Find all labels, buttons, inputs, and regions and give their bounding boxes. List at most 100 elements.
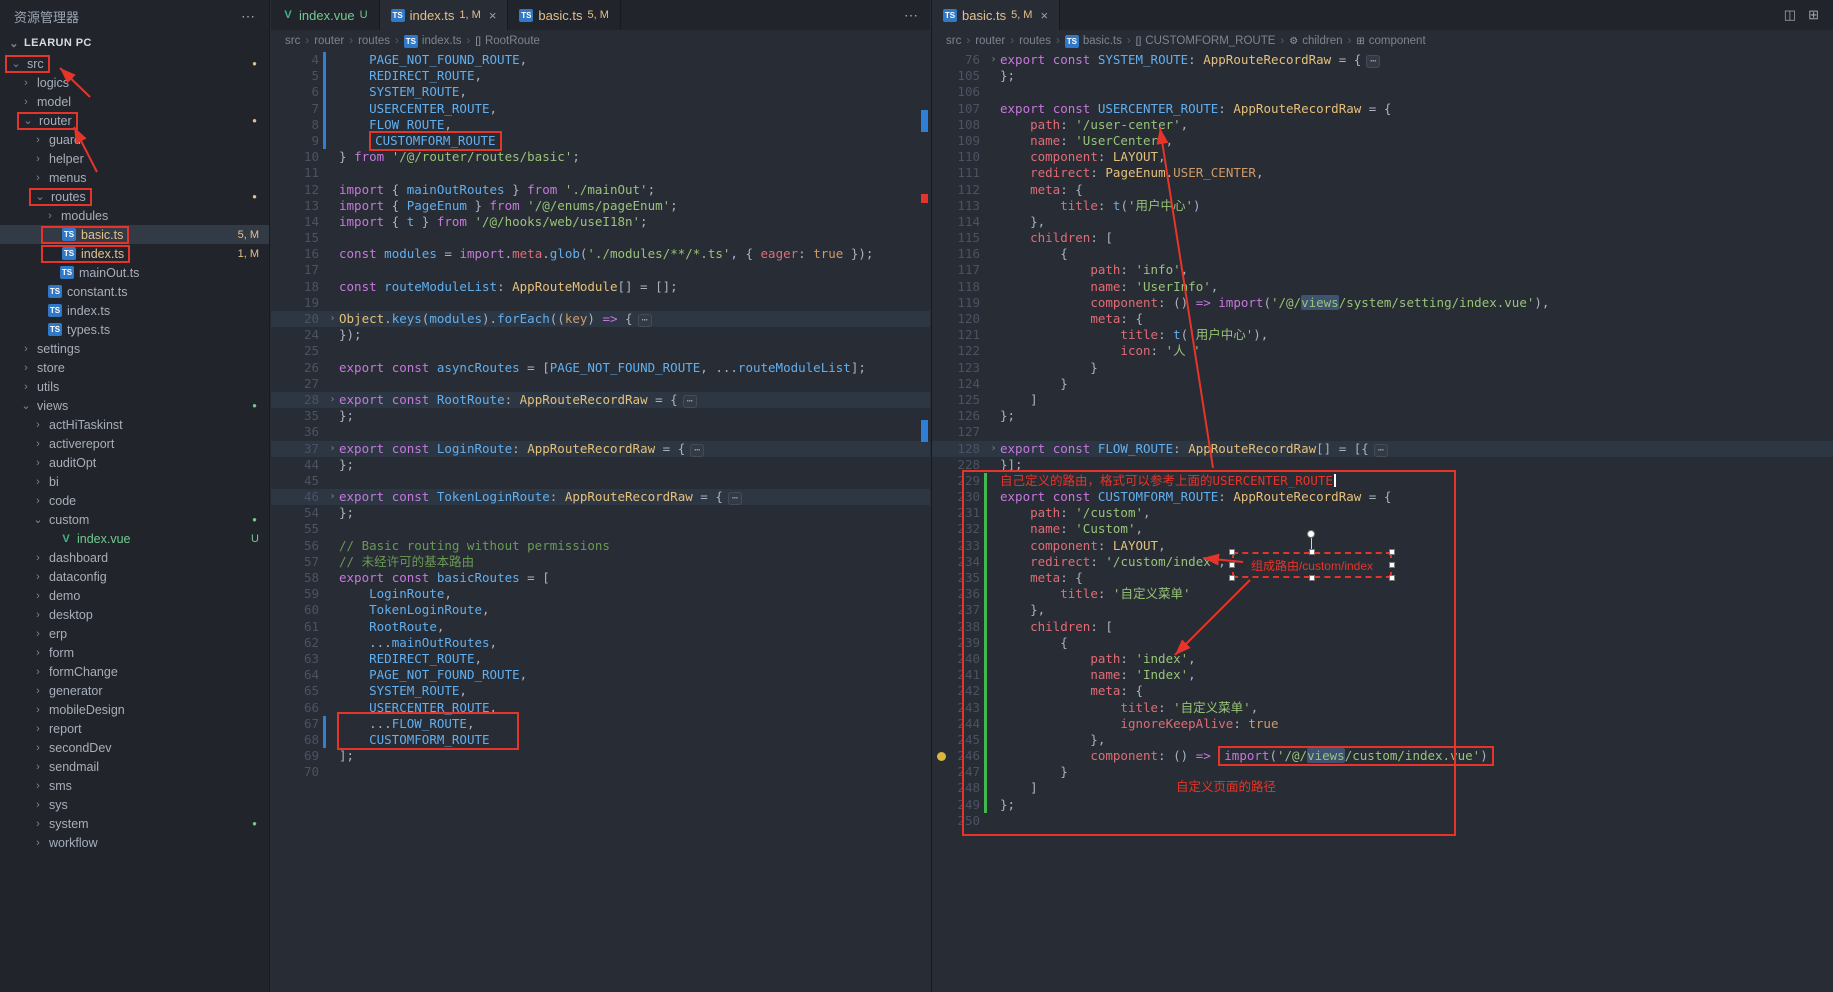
breadcrumb-item-routes[interactable]: routes [358, 35, 390, 47]
selection-handle[interactable] [1229, 549, 1235, 555]
tree-item-report[interactable]: ›report [0, 719, 269, 738]
code-line-46[interactable]: 46›export const TokenLoginRoute: AppRout… [271, 489, 930, 505]
tree-item-dashboard[interactable]: ›dashboard [0, 548, 269, 567]
code-line-64[interactable]: 64 PAGE_NOT_FOUND_ROUTE, [271, 667, 930, 683]
selection-handle[interactable] [1389, 549, 1395, 555]
code-line-18[interactable]: 18const routeModuleList: AppRouteModule[… [271, 279, 930, 295]
tree-item-index.ts[interactable]: TSindex.ts1, M [0, 244, 269, 263]
tree-item-demo[interactable]: ›demo [0, 586, 269, 605]
tree-item-custom[interactable]: ⌄custom● [0, 510, 269, 529]
code-line-238[interactable]: 238 children: [ [932, 619, 1833, 635]
split-editor-icon[interactable]: ◫ [1784, 7, 1796, 23]
selection-handle[interactable] [1389, 562, 1395, 568]
breadcrumb-item-router[interactable]: router [975, 35, 1005, 47]
code-line-236[interactable]: 236 title: '自定义菜单' [932, 586, 1833, 602]
code-line-231[interactable]: 231 path: '/custom', [932, 505, 1833, 521]
code-line-54[interactable]: 54}; [271, 505, 930, 521]
code-line-25[interactable]: 25 [271, 343, 930, 359]
tree-item-basic.ts[interactable]: TSbasic.ts5, M [0, 225, 269, 244]
code-line-109[interactable]: 109 name: 'UserCenter', [932, 133, 1833, 149]
tree-item-mobileDesign[interactable]: ›mobileDesign [0, 700, 269, 719]
tree-item-modules[interactable]: ›modules [0, 206, 269, 225]
code-line-69[interactable]: 69]; [271, 748, 930, 764]
tree-item-mainOut.ts[interactable]: TSmainOut.ts [0, 263, 269, 282]
code-line-70[interactable]: 70 [271, 764, 930, 780]
code-line-128[interactable]: 128›export const FLOW_ROUTE: AppRouteRec… [932, 441, 1833, 457]
selection-handle[interactable] [1389, 575, 1395, 581]
overview-ruler-1[interactable] [918, 52, 930, 992]
code-line-243[interactable]: 243 title: '自定义菜单', [932, 700, 1833, 716]
code-line-28[interactable]: 28›export const RootRoute: AppRouteRecor… [271, 392, 930, 408]
code-line-237[interactable]: 237 }, [932, 602, 1833, 618]
tree-item-generator[interactable]: ›generator [0, 681, 269, 700]
editor-actions-icon[interactable]: ⋯ [904, 7, 930, 24]
tab-index.ts[interactable]: TSindex.ts1, M× [380, 0, 509, 30]
code-line-57[interactable]: 57// 未经许可的基本路由 [271, 554, 930, 570]
tree-item-index.vue[interactable]: Vindex.vueU [0, 529, 269, 548]
code-line-122[interactable]: 122 icon: '人 ' [932, 343, 1833, 359]
code-line-16[interactable]: 16const modules = import.meta.glob('./mo… [271, 246, 930, 262]
code-line-241[interactable]: 241 name: 'Index', [932, 667, 1833, 683]
tree-item-sendmail[interactable]: ›sendmail [0, 757, 269, 776]
code-line-242[interactable]: 242 meta: { [932, 683, 1833, 699]
code-line-76[interactable]: 76›export const SYSTEM_ROUTE: AppRouteRe… [932, 52, 1833, 68]
tree-item-form[interactable]: ›form [0, 643, 269, 662]
code-line-228[interactable]: 228}]; [932, 457, 1833, 473]
code-line-111[interactable]: 111 redirect: PageEnum.USER_CENTER, [932, 165, 1833, 181]
tree-item-views[interactable]: ⌄views● [0, 396, 269, 415]
tab-index.vue[interactable]: Vindex.vueU [271, 0, 380, 30]
breadcrumb-item-src[interactable]: src [285, 35, 300, 47]
breadcrumb-item-basic.ts[interactable]: TSbasic.ts [1065, 35, 1122, 48]
tree-item-settings[interactable]: ›settings [0, 339, 269, 358]
tree-item-guard[interactable]: ›guard [0, 130, 269, 149]
code-line-250[interactable]: 250 [932, 813, 1833, 829]
code-line-246[interactable]: 246 component: () => import('/@/views/cu… [932, 748, 1833, 764]
tree-item-constant.ts[interactable]: TSconstant.ts [0, 282, 269, 301]
breadcrumb-item-routes[interactable]: routes [1019, 35, 1051, 47]
tree-item-utils[interactable]: ›utils [0, 377, 269, 396]
code-line-229[interactable]: 229自己定义的路由，格式可以参考上面的USERCENTER_ROUTE [932, 473, 1833, 489]
fold-chevron-icon[interactable]: › [326, 392, 339, 408]
code-line-7[interactable]: 7 USERCENTER_ROUTE, [271, 101, 930, 117]
fold-chevron-icon[interactable]: › [987, 441, 1000, 457]
code-line-44[interactable]: 44}; [271, 457, 930, 473]
code-line-118[interactable]: 118 name: 'UserInfo', [932, 279, 1833, 295]
breadcrumb-item-RootRoute[interactable]: []RootRoute [475, 35, 540, 47]
tree-item-secondDev[interactable]: ›secondDev [0, 738, 269, 757]
tree-item-desktop[interactable]: ›desktop [0, 605, 269, 624]
selection-rotate-handle[interactable] [1307, 530, 1315, 538]
code-line-56[interactable]: 56// Basic routing without permissions [271, 538, 930, 554]
tree-item-erp[interactable]: ›erp [0, 624, 269, 643]
code-line-240[interactable]: 240 path: 'index', [932, 651, 1833, 667]
code-line-4[interactable]: 4 PAGE_NOT_FOUND_ROUTE, [271, 52, 930, 68]
code-line-5[interactable]: 5 REDIRECT_ROUTE, [271, 68, 930, 84]
code-line-112[interactable]: 112 meta: { [932, 182, 1833, 198]
tab-basic.ts[interactable]: TSbasic.ts5, M× [932, 0, 1060, 30]
tree-item-helper[interactable]: ›helper [0, 149, 269, 168]
fold-chevron-icon[interactable]: › [987, 52, 1000, 68]
code-line-59[interactable]: 59 LoginRoute, [271, 586, 930, 602]
code-line-108[interactable]: 108 path: '/user-center', [932, 117, 1833, 133]
breadcrumb-item-CUSTOMFORM_ROUTE[interactable]: []CUSTOMFORM_ROUTE [1136, 35, 1276, 47]
code-line-63[interactable]: 63 REDIRECT_ROUTE, [271, 651, 930, 667]
fold-chevron-icon[interactable]: › [326, 311, 339, 327]
code-line-124[interactable]: 124 } [932, 376, 1833, 392]
selection-handle[interactable] [1229, 575, 1235, 581]
tree-item-auditOpt[interactable]: ›auditOpt [0, 453, 269, 472]
code-line-26[interactable]: 26export const asyncRoutes = [PAGE_NOT_F… [271, 360, 930, 376]
code-line-6[interactable]: 6 SYSTEM_ROUTE, [271, 84, 930, 100]
tree-item-logics[interactable]: ›logics [0, 73, 269, 92]
tab-basic.ts[interactable]: TSbasic.ts5, M [508, 0, 620, 30]
code-line-19[interactable]: 19 [271, 295, 930, 311]
code-line-36[interactable]: 36 [271, 424, 930, 440]
code-line-119[interactable]: 119 component: () => import('/@/views/sy… [932, 295, 1833, 311]
tree-item-code[interactable]: ›code [0, 491, 269, 510]
code-line-65[interactable]: 65 SYSTEM_ROUTE, [271, 683, 930, 699]
code-line-17[interactable]: 17 [271, 262, 930, 278]
tree-item-src[interactable]: ⌄src● [0, 54, 269, 73]
tree-item-router[interactable]: ⌄router● [0, 111, 269, 130]
code-line-13[interactable]: 13import { PageEnum } from '/@/enums/pag… [271, 198, 930, 214]
code-line-117[interactable]: 117 path: 'info', [932, 262, 1833, 278]
breadcrumb-item-src[interactable]: src [946, 35, 961, 47]
tree-item-bi[interactable]: ›bi [0, 472, 269, 491]
